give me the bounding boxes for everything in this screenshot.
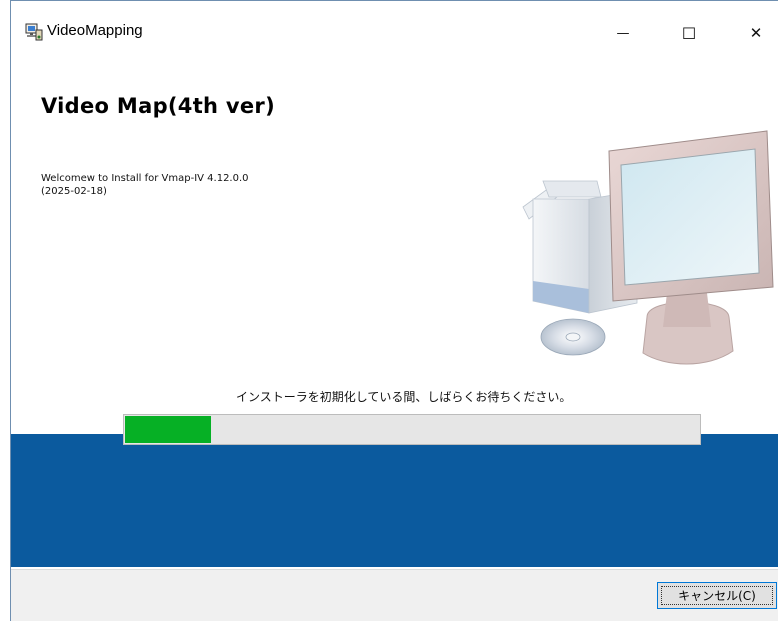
- title-bar[interactable]: VideoMapping — ☐ ✕: [11, 1, 778, 65]
- installer-computer-icon: [25, 23, 43, 41]
- minimize-button[interactable]: —: [600, 15, 646, 51]
- welcome-line: Welcomew to Install for Vmap-IV 4.12.0.0: [41, 173, 249, 184]
- close-button[interactable]: ✕: [733, 15, 778, 51]
- release-date: (2025-02-18): [41, 186, 107, 197]
- minimize-icon: —: [616, 25, 630, 41]
- maximize-icon: ☐: [681, 23, 697, 43]
- maximize-button[interactable]: ☐: [666, 15, 712, 51]
- focus-rect: [661, 586, 773, 605]
- close-icon: ✕: [749, 24, 763, 42]
- progress-bar: [123, 414, 701, 445]
- blue-banner: [11, 434, 778, 567]
- computer-monitor-box-cd-illustration: [522, 130, 774, 365]
- cancel-button[interactable]: キャンセル(C): [657, 582, 777, 609]
- initializing-status-text: インストーラを初期化している間、しばらくお待ちください。: [236, 390, 572, 404]
- window-title: VideoMapping: [47, 22, 143, 39]
- progress-fill: [125, 416, 211, 443]
- installer-window: VideoMapping — ☐ ✕ Video Map(4th ver) We…: [10, 0, 778, 621]
- installer-heading: Video Map(4th ver): [41, 94, 275, 118]
- welcome-message: Welcomew to Install for Vmap-IV 4.12.0.0…: [41, 172, 249, 198]
- footer-bar: キャンセル(C): [11, 569, 778, 621]
